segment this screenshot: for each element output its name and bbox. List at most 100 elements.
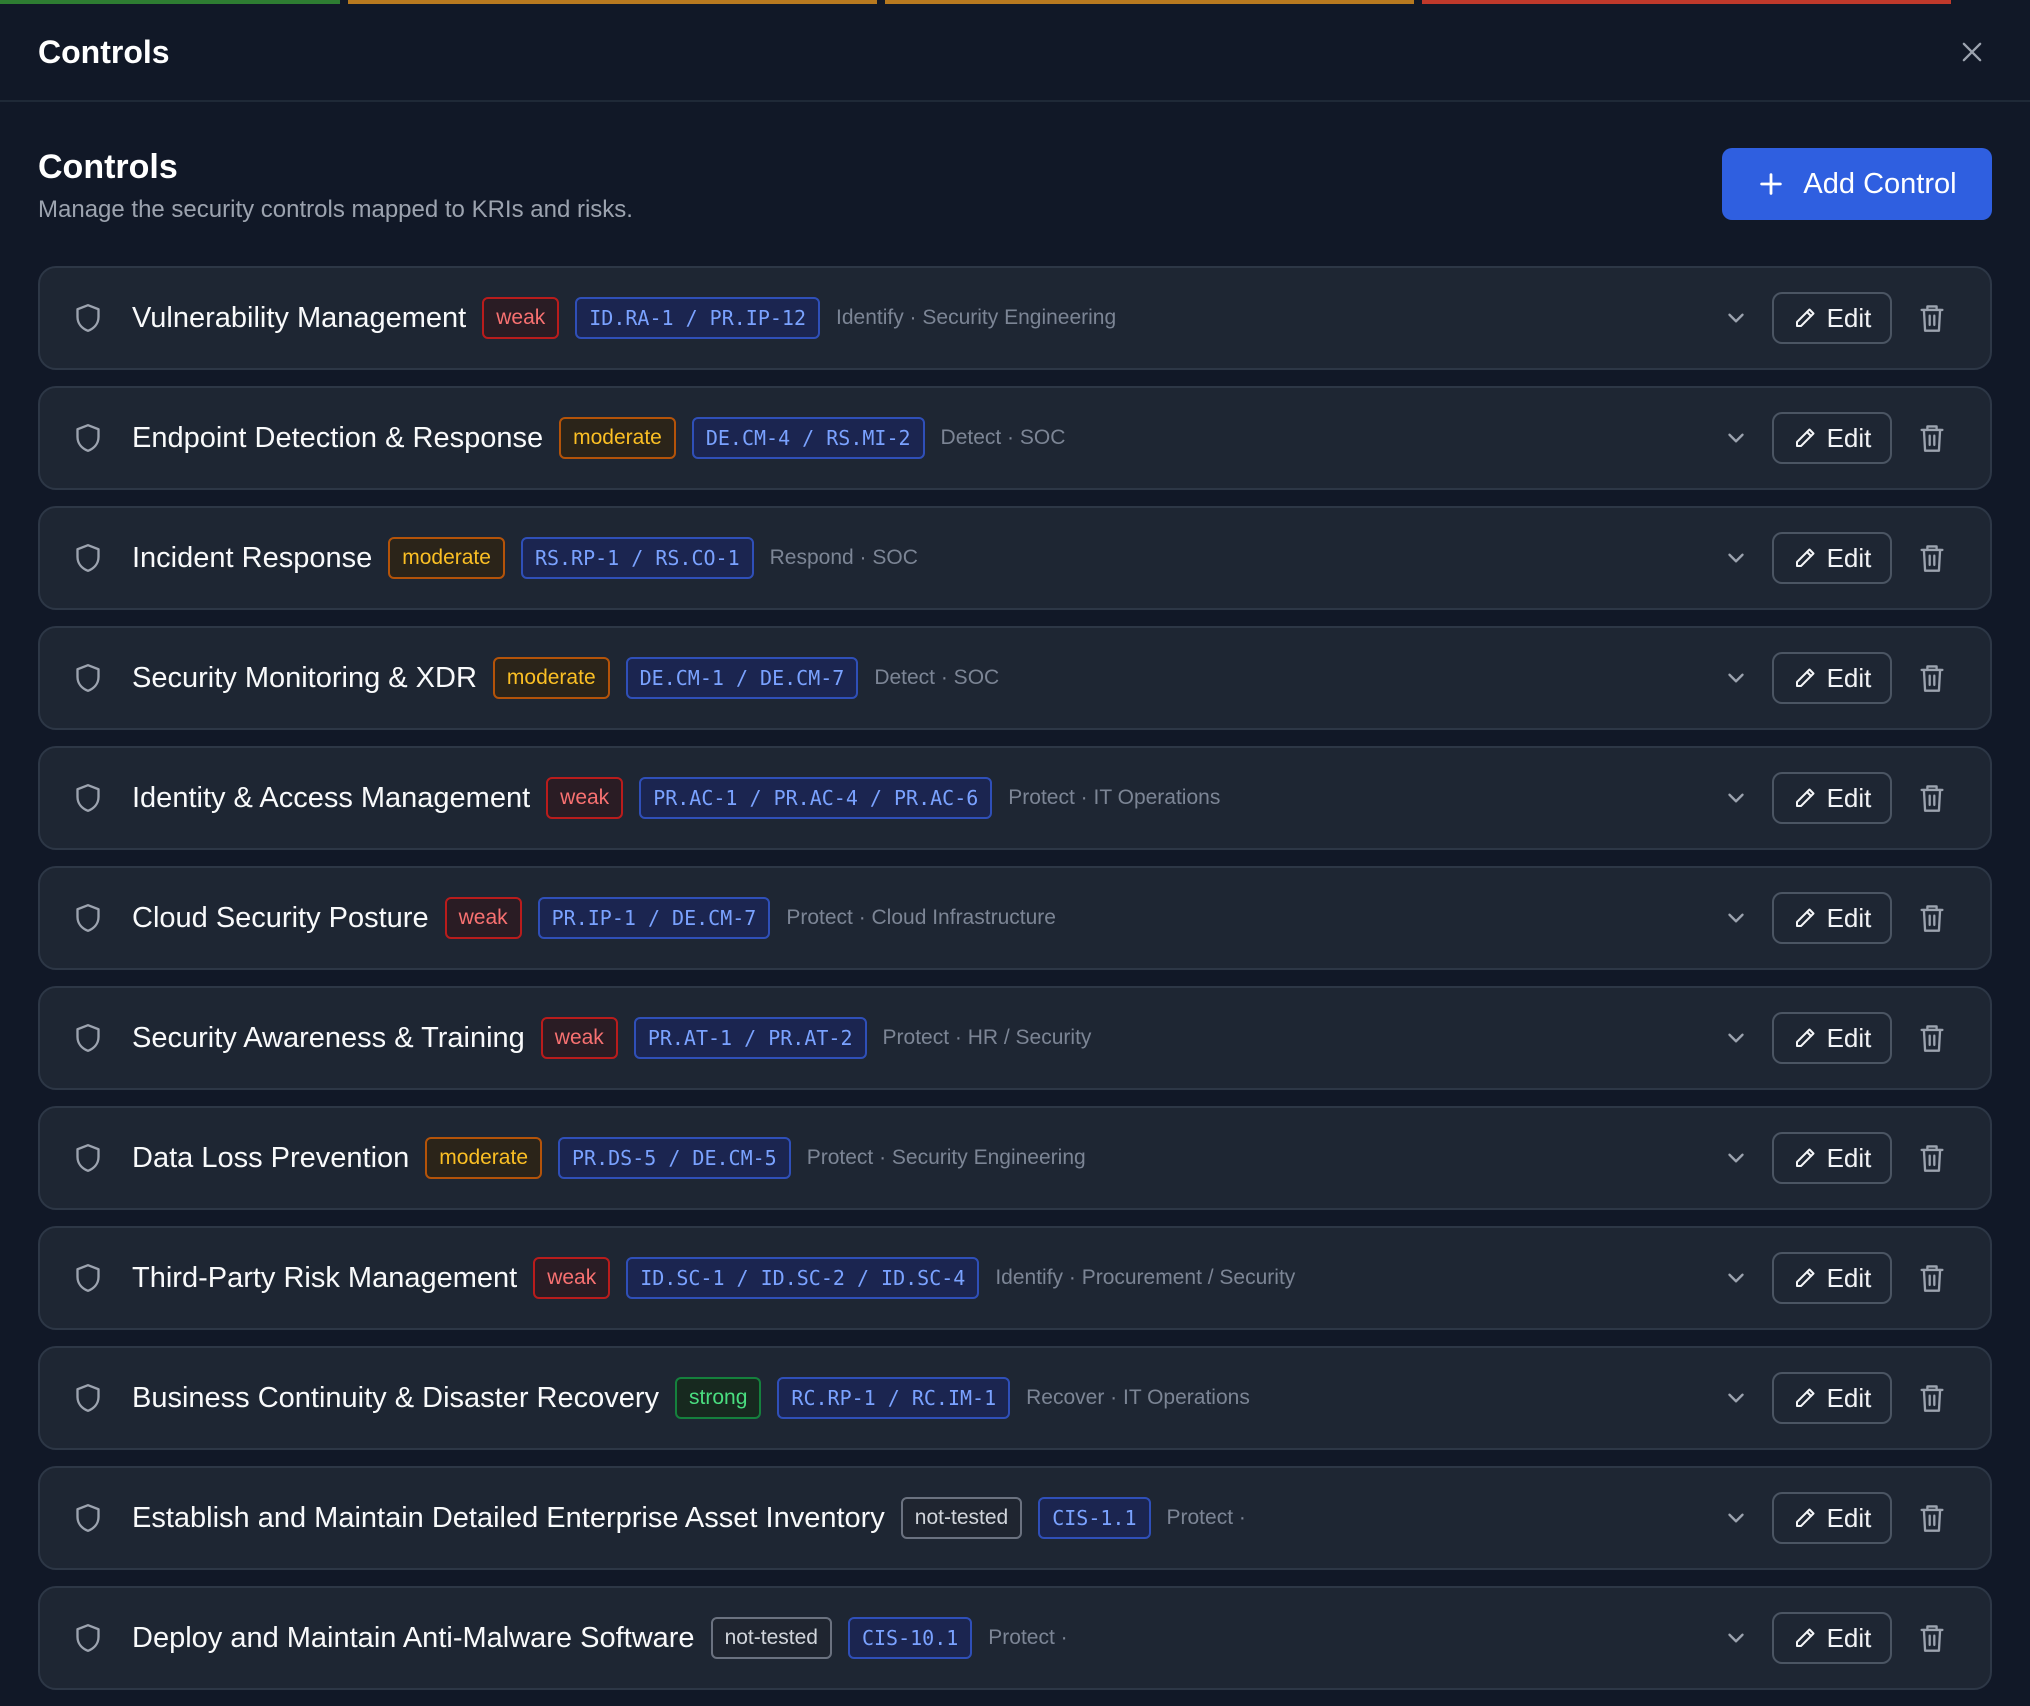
control-name: Third-Party Risk Management	[132, 1261, 518, 1294]
controls-list: Vulnerability Management weak ID.RA-1 / …	[38, 266, 1992, 1706]
expand-button[interactable]	[1716, 898, 1756, 938]
trash-icon	[1920, 425, 1944, 452]
control-row[interactable]: Business Continuity & Disaster Recovery …	[38, 1346, 1992, 1450]
expand-button[interactable]	[1716, 1138, 1756, 1178]
delete-button[interactable]	[1912, 1498, 1952, 1538]
edit-label: Edit	[1826, 1022, 1872, 1053]
pencil-icon	[1795, 908, 1815, 927]
trash-icon	[1920, 1625, 1944, 1652]
trash-icon	[1920, 1385, 1944, 1412]
row-actions: Edit	[1716, 1108, 1990, 1208]
edit-button[interactable]: Edit	[1772, 1612, 1892, 1664]
shield-icon	[74, 901, 104, 935]
control-meta: Identify · Procurement / Security	[995, 1266, 1296, 1289]
framework-code-badge: PR.DS-5 / DE.CM-5	[558, 1137, 791, 1179]
row-actions: Edit	[1716, 1348, 1990, 1448]
framework-code-badge: CIS-10.1	[847, 1617, 973, 1659]
delete-button[interactable]	[1912, 298, 1952, 338]
delete-button[interactable]	[1912, 1378, 1952, 1418]
edit-button[interactable]: Edit	[1772, 1492, 1892, 1544]
delete-button[interactable]	[1912, 538, 1952, 578]
delete-button[interactable]	[1912, 898, 1952, 938]
edit-label: Edit	[1826, 1142, 1872, 1173]
chevron-down-icon	[1728, 433, 1744, 443]
delete-button[interactable]	[1912, 1258, 1952, 1298]
section-title: Controls	[38, 148, 178, 186]
expand-button[interactable]	[1716, 658, 1756, 698]
edit-button[interactable]: Edit	[1772, 1132, 1892, 1184]
pencil-icon	[1795, 1148, 1815, 1167]
expand-button[interactable]	[1716, 1258, 1756, 1298]
shield-icon	[74, 781, 104, 815]
edit-button[interactable]: Edit	[1772, 1012, 1892, 1064]
row-actions: Edit	[1716, 988, 1990, 1088]
expand-button[interactable]	[1716, 778, 1756, 818]
trash-icon	[1920, 905, 1944, 932]
close-button[interactable]	[1952, 32, 1992, 72]
control-row[interactable]: Vulnerability Management weak ID.RA-1 / …	[38, 266, 1992, 370]
control-meta: Identify · Security Engineering	[836, 306, 1117, 329]
framework-code-badge: RS.RP-1 / RS.CO-1	[520, 537, 754, 579]
edit-button[interactable]: Edit	[1772, 292, 1892, 344]
edit-button[interactable]: Edit	[1772, 412, 1892, 464]
section-subtitle: Manage the security controls mapped to K…	[38, 196, 633, 223]
chevron-down-icon	[1728, 1033, 1744, 1043]
shield-icon	[74, 301, 104, 335]
shield-icon	[74, 1501, 104, 1535]
edit-button[interactable]: Edit	[1772, 1252, 1892, 1304]
control-meta: Protect ·	[1166, 1506, 1246, 1529]
row-actions: Edit	[1716, 1588, 1990, 1688]
delete-button[interactable]	[1912, 1618, 1952, 1658]
edit-label: Edit	[1826, 1382, 1872, 1413]
status-badge: moderate	[388, 537, 505, 579]
control-name: Security Monitoring & XDR	[132, 661, 477, 694]
pencil-icon	[1795, 1628, 1815, 1647]
control-row[interactable]: Data Loss Prevention moderate PR.DS-5 / …	[38, 1106, 1992, 1210]
trash-icon	[1920, 545, 1944, 572]
chevron-down-icon	[1728, 1273, 1744, 1283]
control-name: Endpoint Detection & Response	[132, 421, 544, 454]
edit-label: Edit	[1826, 902, 1872, 933]
status-badge: weak	[533, 1257, 611, 1299]
status-badge: weak	[546, 777, 624, 819]
edit-button[interactable]: Edit	[1772, 892, 1892, 944]
trash-icon	[1920, 785, 1944, 812]
delete-button[interactable]	[1912, 658, 1952, 698]
control-row[interactable]: Security Awareness & Training weak PR.AT…	[38, 986, 1992, 1090]
control-row[interactable]: Deploy and Maintain Anti-Malware Softwar…	[38, 1586, 1992, 1690]
expand-button[interactable]	[1716, 1618, 1756, 1658]
expand-button[interactable]	[1716, 298, 1756, 338]
delete-button[interactable]	[1912, 778, 1952, 818]
framework-code-badge: DE.CM-4 / RS.MI-2	[691, 417, 925, 459]
control-name: Cloud Security Posture	[132, 901, 429, 934]
expand-button[interactable]	[1716, 538, 1756, 578]
control-row[interactable]: Identity & Access Management weak PR.AC-…	[38, 746, 1992, 850]
edit-button[interactable]: Edit	[1772, 1372, 1892, 1424]
edit-label: Edit	[1826, 1622, 1872, 1653]
delete-button[interactable]	[1912, 1018, 1952, 1058]
framework-code-badge: DE.CM-1 / DE.CM-7	[625, 657, 859, 699]
expand-button[interactable]	[1716, 418, 1756, 458]
edit-label: Edit	[1826, 542, 1872, 573]
control-row[interactable]: Third-Party Risk Management weak ID.SC-1…	[38, 1226, 1992, 1330]
expand-button[interactable]	[1716, 1498, 1756, 1538]
control-name: Business Continuity & Disaster Recovery	[132, 1381, 660, 1414]
control-row[interactable]: Security Monitoring & XDR moderate DE.CM…	[38, 626, 1992, 730]
delete-button[interactable]	[1912, 1138, 1952, 1178]
delete-button[interactable]	[1912, 418, 1952, 458]
expand-button[interactable]	[1716, 1378, 1756, 1418]
shield-icon	[74, 1021, 104, 1055]
edit-button[interactable]: Edit	[1772, 772, 1892, 824]
edit-button[interactable]: Edit	[1772, 652, 1892, 704]
framework-code-badge: PR.AC-1 / PR.AC-4 / PR.AC-6	[639, 777, 993, 819]
edit-button[interactable]: Edit	[1772, 532, 1892, 584]
expand-button[interactable]	[1716, 1018, 1756, 1058]
control-name: Establish and Maintain Detailed Enterpri…	[132, 1501, 885, 1534]
add-control-button[interactable]: Add Control	[1722, 148, 1992, 220]
control-meta: Protect · IT Operations	[1008, 786, 1221, 809]
control-row[interactable]: Endpoint Detection & Response moderate D…	[38, 386, 1992, 490]
control-row[interactable]: Establish and Maintain Detailed Enterpri…	[38, 1466, 1992, 1570]
control-row[interactable]: Cloud Security Posture weak PR.IP-1 / DE…	[38, 866, 1992, 970]
control-meta: Detect · SOC	[874, 666, 1000, 689]
control-row[interactable]: Incident Response moderate RS.RP-1 / RS.…	[38, 506, 1992, 610]
